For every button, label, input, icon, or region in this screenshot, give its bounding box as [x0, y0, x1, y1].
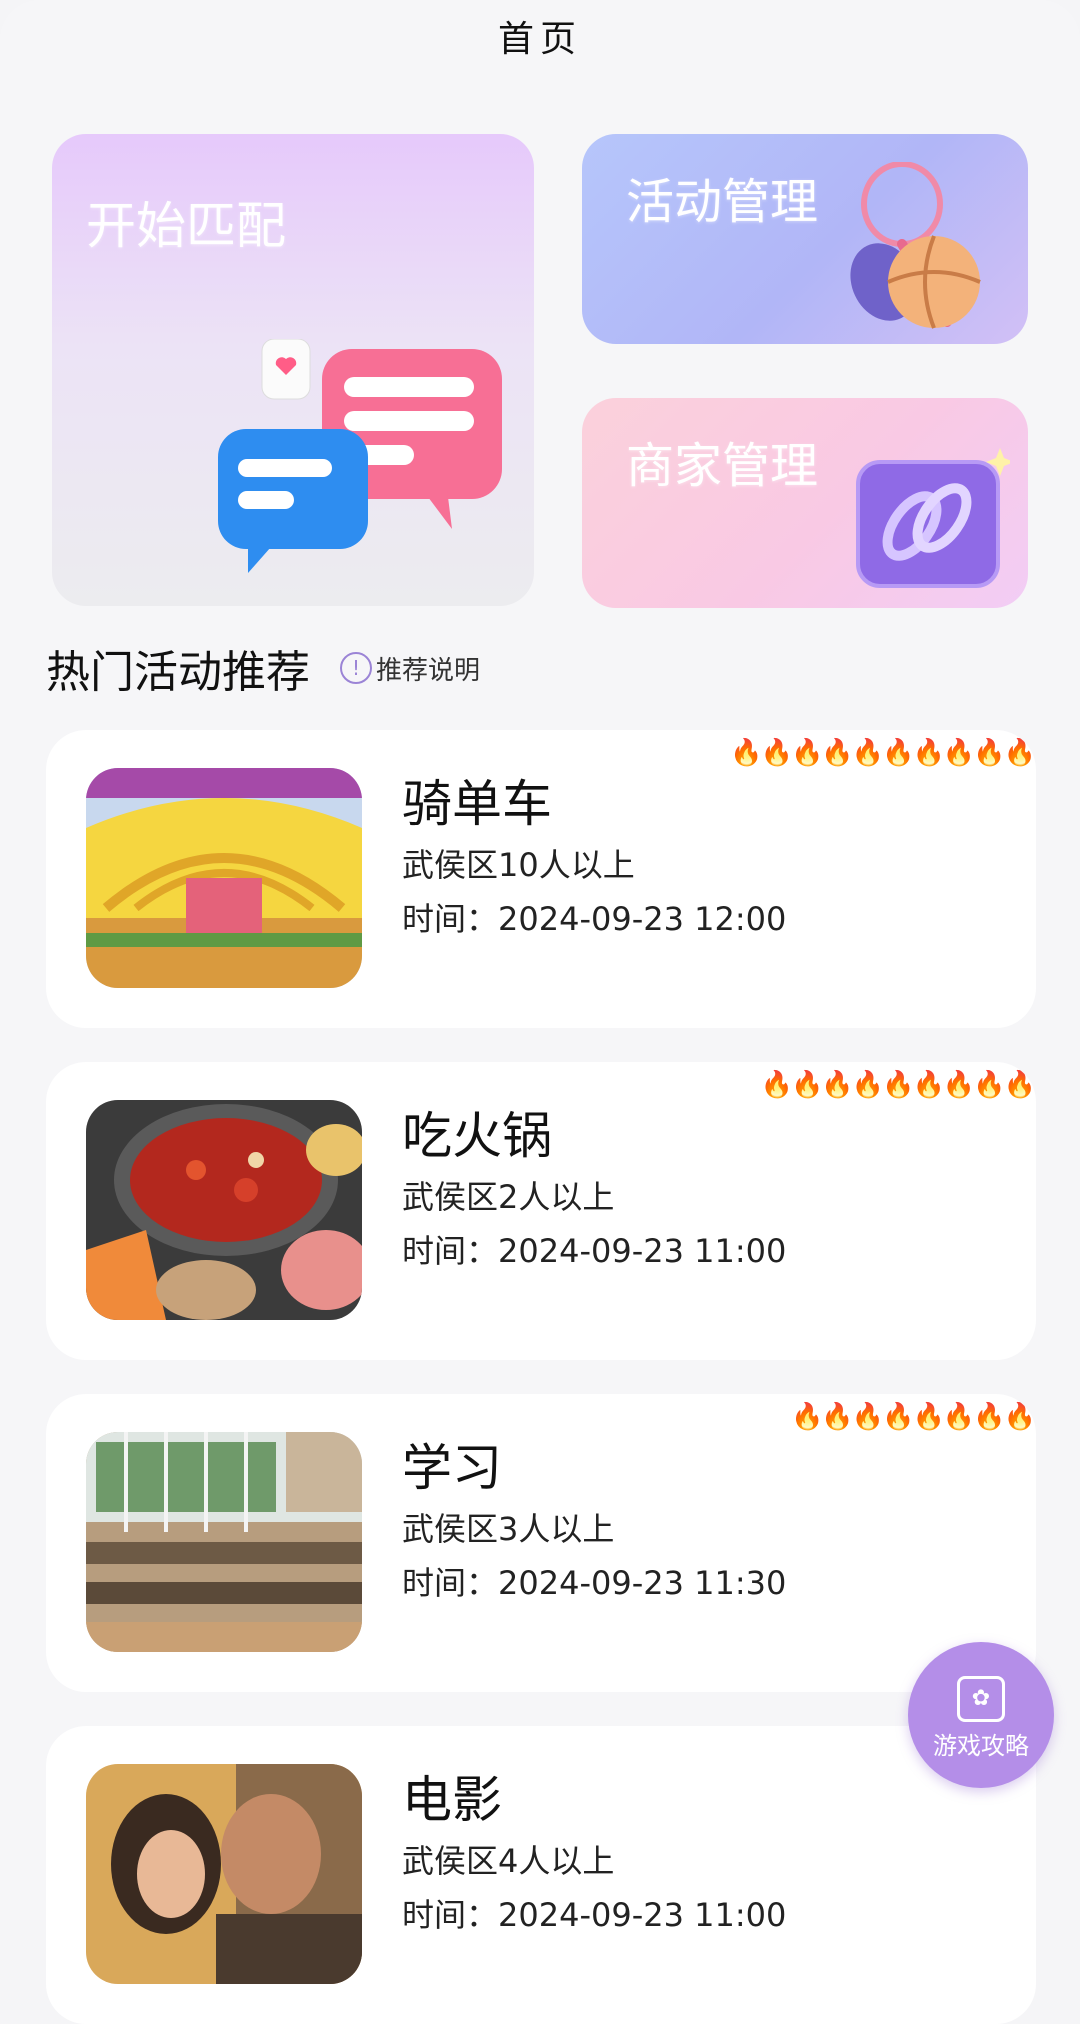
activity-photo [86, 1100, 362, 1320]
activity-place: 武侯区3人以上 [402, 1510, 615, 1548]
info-icon: ! [340, 652, 372, 684]
activity-photo [86, 768, 362, 988]
yellow-arch-bridge-photo [86, 768, 362, 988]
movie-poster-photo [86, 1764, 362, 1984]
activity-name: 吃火锅 [402, 1107, 552, 1165]
activity-card[interactable]: 吃火锅 武侯区2人以上 时间：2024-09-23 11:00 🔥🔥🔥🔥🔥🔥🔥🔥… [46, 1062, 1036, 1360]
activity-photo [86, 1764, 362, 1984]
activity-name: 电影 [402, 1771, 502, 1829]
activity-time: 时间：2024-09-23 11:00 [402, 1232, 787, 1270]
activity-name: 骑单车 [402, 775, 552, 833]
hotpot-photo [86, 1100, 362, 1320]
recommend-note-link[interactable]: ! 推荐说明 [340, 650, 480, 687]
activity-time: 时间：2024-09-23 11:00 [402, 1896, 787, 1934]
activity-place: 武侯区10人以上 [402, 846, 635, 884]
recommend-note-label: 推荐说明 [376, 655, 481, 686]
heat-flames-icon: 🔥🔥🔥🔥🔥🔥🔥🔥🔥🔥 [730, 738, 1036, 768]
chat-bubbles-icon [218, 339, 502, 573]
library-photo [86, 1432, 362, 1652]
section-title: 热门活动推荐 [46, 647, 310, 698]
start-match-tile[interactable]: 开始匹配 [52, 134, 534, 606]
heat-flames-icon: 🔥🔥🔥🔥🔥🔥🔥🔥🔥 [760, 1070, 1036, 1100]
activity-card[interactable]: 骑单车 武侯区10人以上 时间：2024-09-23 12:00 🔥🔥🔥🔥🔥🔥🔥… [46, 730, 1036, 1028]
activity-photo [86, 1432, 362, 1652]
activity-name: 学习 [402, 1439, 502, 1497]
activity-time: 时间：2024-09-23 11:30 [402, 1564, 787, 1602]
activity-place: 武侯区2人以上 [402, 1178, 615, 1216]
activity-card[interactable]: 电影 武侯区4人以上 时间：2024-09-23 11:00 🔥🔥🔥 [46, 1726, 1036, 2024]
heat-flames-icon: 🔥🔥🔥🔥🔥🔥🔥🔥 [791, 1402, 1036, 1432]
page-title: 首页 [497, 19, 582, 60]
activity-place: 武侯区4人以上 [402, 1842, 615, 1880]
game-guide-icon: ✿ [957, 1676, 1005, 1722]
activity-time: 时间：2024-09-23 12:00 [402, 900, 787, 938]
game-guide-button[interactable]: ✿ 游戏攻略 [908, 1642, 1054, 1788]
activity-card[interactable]: 学习 武侯区3人以上 时间：2024-09-23 11:30 🔥🔥🔥🔥🔥🔥🔥🔥 [46, 1394, 1036, 1692]
merchant-management-label: 商家管理 [626, 438, 819, 494]
sports-balls-icon [850, 162, 981, 329]
game-guide-label: 游戏攻略 [933, 1732, 1029, 1760]
link-chain-icon [856, 448, 1010, 588]
home-screen: 首页 开始匹配 活动管理 商家管理 热门活动推荐 ! 推荐说明 骑单车 武侯区1… [0, 0, 1080, 2024]
hot-activities-header: 热门活动推荐 ! 推荐说明 [46, 636, 480, 700]
activity-management-tile[interactable]: 活动管理 [582, 134, 1028, 344]
start-match-label: 开始匹配 [86, 197, 286, 255]
merchant-management-tile[interactable]: 商家管理 [582, 398, 1028, 608]
activity-management-label: 活动管理 [626, 174, 819, 230]
